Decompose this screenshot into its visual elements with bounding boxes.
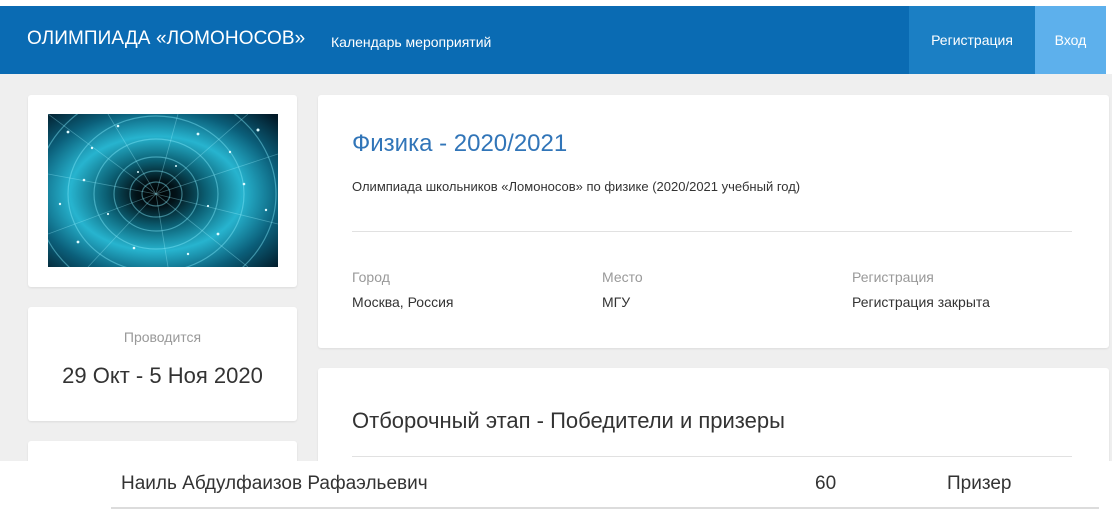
top-navbar: ОЛИМПИАДА «ЛОМОНОСОВ» Календарь мероприя… — [0, 0, 1112, 74]
event-image — [48, 114, 278, 267]
meta-registration: Регистрация Регистрация закрыта — [852, 269, 990, 310]
meta-registration-value: Регистрация закрыта — [852, 294, 990, 310]
results-heading: Отборочный этап - Победители и призеры — [352, 408, 785, 433]
event-description: Олимпиада школьников «Ломоносов» по физи… — [352, 179, 801, 194]
register-button[interactable]: Регистрация — [909, 6, 1035, 74]
meta-registration-label: Регистрация — [852, 269, 934, 285]
meta-city-label: Город — [352, 269, 390, 285]
calendar-link[interactable]: Календарь мероприятий — [331, 34, 491, 50]
meta-place-value: МГУ — [602, 294, 631, 310]
event-image-card — [28, 95, 297, 287]
meta-city: Город Москва, Россия — [352, 269, 454, 310]
row-divider — [111, 507, 1099, 509]
participant-name: Наиль Абдулфаизов Рафаэльевич — [121, 473, 428, 494]
event-title: Физика - 2020/2021 — [352, 130, 568, 157]
register-button-label: Регистрация — [931, 32, 1013, 48]
participant-score: 60 — [815, 473, 837, 494]
brand-logo-link[interactable]: ОЛИМПИАДА «ЛОМОНОСОВ» — [27, 28, 305, 50]
login-button[interactable]: Вход — [1035, 6, 1106, 74]
meta-place-label: Место — [602, 269, 643, 285]
meta-city-value: Москва, Россия — [352, 294, 454, 310]
table-row: Наиль Абдулфаизов Рафаэльевич 60 Призер — [0, 461, 1112, 511]
info-divider — [352, 231, 1072, 232]
meta-place: Место МГУ — [602, 269, 643, 310]
event-dates-card: Проводится 29 Окт - 5 Ноя 2020 — [28, 307, 297, 421]
event-info-card: Физика - 2020/2021 Олимпиада школьников … — [318, 95, 1109, 348]
dates-label: Проводится — [123, 329, 202, 345]
participant-status: Призер — [947, 473, 1012, 494]
navbar-edge — [1106, 6, 1112, 74]
dates-value: 29 Окт - 5 Ноя 2020 — [62, 363, 263, 388]
light-tunnel-image — [48, 114, 278, 267]
login-button-label: Вход — [1054, 32, 1087, 48]
results-divider — [352, 456, 1072, 457]
